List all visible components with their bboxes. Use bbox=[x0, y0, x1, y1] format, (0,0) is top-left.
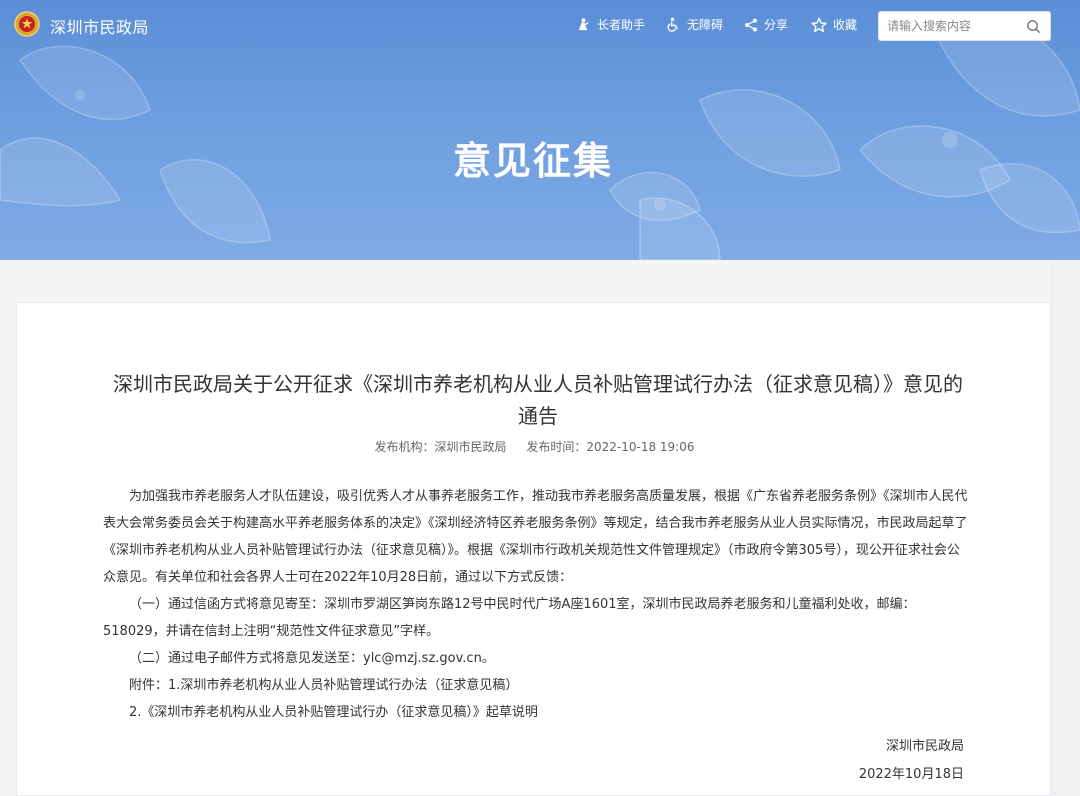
share-button[interactable]: 分享 bbox=[744, 16, 788, 33]
paragraph-email: （二）通过电子邮件方式将意见发送至：ylc@mzj.sz.gov.cn。 bbox=[129, 651, 495, 666]
sign-date: 2022年10月18日 bbox=[858, 767, 964, 782]
emblem-logo[interactable] bbox=[14, 11, 40, 37]
accessibility-button[interactable]: 无障碍 bbox=[666, 16, 723, 33]
right-rail bbox=[1050, 260, 1080, 796]
accessibility-icon bbox=[667, 17, 678, 32]
accessibility-label: 无障碍 bbox=[687, 18, 724, 32]
elder-helper-label: 长者助手 bbox=[597, 18, 646, 32]
share-label: 分享 bbox=[764, 18, 789, 32]
search-input[interactable] bbox=[887, 17, 1025, 35]
article-title: 深圳市民政局关于公开征求《深圳市养老机构从业人员补贴管理试行办法（征求意见稿）》… bbox=[113, 372, 963, 428]
article-card: 深圳市民政局关于公开征求《深圳市养老机构从业人员补贴管理试行办法（征求意见稿）》… bbox=[16, 302, 1051, 796]
publish-time: 发布时间：2022-10-18 19:06 bbox=[526, 440, 695, 454]
attachment-1[interactable]: 附件：1.深圳市养老机构从业人员补贴管理试行办法（征求意见稿） bbox=[103, 672, 968, 699]
article-meta: 发布机构：深圳市民政局 发布时间：2022-10-18 19:06 bbox=[17, 438, 1052, 455]
banner-title: 意见征集 bbox=[452, 139, 613, 183]
search-box bbox=[878, 11, 1051, 41]
elder-helper-icon bbox=[578, 18, 589, 31]
paragraph-letter: （一）通过信函方式将意见寄至：深圳市罗湖区笋岗东路12号中民时代广场A座1601… bbox=[103, 597, 916, 639]
site-name[interactable]: 深圳市民政局 bbox=[50, 14, 149, 38]
top-bar: 深圳市民政局 长者助手 无障碍 分享 收藏 bbox=[0, 0, 1080, 50]
search-icon[interactable] bbox=[1026, 19, 1041, 34]
publisher: 发布机构：深圳市民政局 bbox=[374, 440, 507, 454]
favorite-button[interactable]: 收藏 bbox=[811, 16, 857, 33]
signature: 深圳市民政局 bbox=[885, 739, 964, 754]
elder-helper-button[interactable]: 长者助手 bbox=[576, 16, 645, 33]
favorite-label: 收藏 bbox=[833, 18, 858, 32]
article-body: 为加强我市养老服务人才队伍建设，吸引优秀人才从事养老服务工作，推动我市养老服务高… bbox=[103, 483, 968, 726]
paragraph-intro: 为加强我市养老服务人才队伍建设，吸引优秀人才从事养老服务工作，推动我市养老服务高… bbox=[103, 489, 968, 585]
star-icon bbox=[811, 17, 827, 32]
attachment-2[interactable]: 2.《深圳市养老机构从业人员补贴管理试行办（征求意见稿）》起草说明 bbox=[103, 699, 968, 726]
share-icon bbox=[745, 18, 757, 31]
